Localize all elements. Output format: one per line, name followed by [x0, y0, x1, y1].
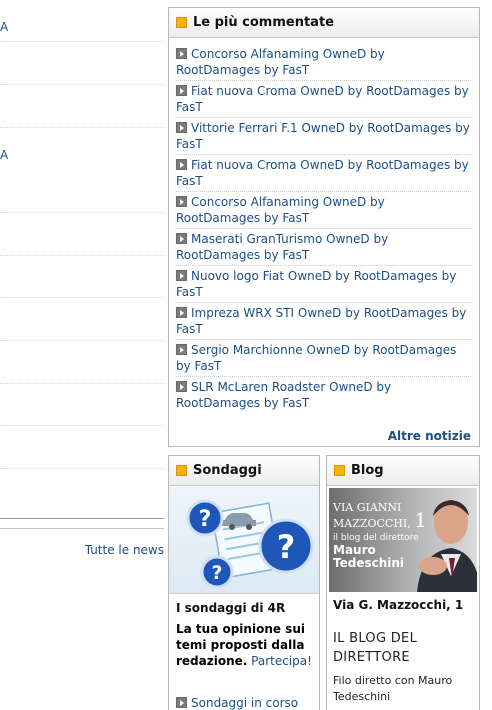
svg-text:?: ?	[277, 528, 296, 566]
list-item: Concorso Alfanaming OwneD by RootDamages…	[176, 192, 471, 229]
list-item: Concorso Alfanaming OwneD by RootDamages…	[176, 44, 471, 81]
box-header: Le più commentate	[169, 8, 479, 38]
box-title: Sondaggi	[193, 463, 262, 478]
article-link[interactable]: Concorso Alfanaming OwneD by RootDamages…	[176, 195, 385, 225]
divider	[0, 84, 164, 85]
box-title: Le più commentate	[193, 15, 334, 30]
box-header: Sondaggi	[169, 456, 319, 486]
divider	[0, 212, 164, 213]
list-item: Sergio Marchionne OwneD by RootDamages b…	[176, 340, 471, 377]
play-arrow-icon	[176, 381, 187, 392]
blog-box: Blog VIA GIANNI MAZZOCCHI, 1 il blog del	[326, 455, 480, 710]
news-list-column: A A Tutte le news	[0, 0, 166, 710]
most-commented-box: Le più commentate Concorso Alfanaming Ow…	[168, 7, 480, 447]
box-header: Blog	[327, 456, 479, 486]
square-bullet-icon	[176, 17, 187, 28]
article-link[interactable]: Nuovo logo Fiat OwneD by RootDamages by …	[176, 269, 456, 299]
section-break	[0, 528, 164, 529]
article-link[interactable]: Vittorie Ferrari F.1 OwneD by RootDamage…	[176, 121, 470, 151]
banner-line: MAZZOCCHI, 1	[333, 510, 453, 530]
banner-street: MAZZOCCHI,	[333, 517, 411, 530]
polls-description: La tua opinione sui temi proposti dalla …	[169, 615, 319, 669]
play-arrow-icon	[176, 307, 187, 318]
article-link[interactable]: Fiat nuova Croma OwneD by RootDamages by…	[176, 158, 469, 188]
play-arrow-icon	[176, 344, 187, 355]
blog-caption: Via G. Mazzocchi, 1	[333, 598, 464, 612]
article-link[interactable]: Fiat nuova Croma OwneD by RootDamages by…	[176, 84, 469, 114]
article-link[interactable]: Impreza WRX STI OwneD by RootDamages by …	[176, 306, 466, 336]
svg-text:?: ?	[211, 562, 222, 584]
polls-box: Sondaggi ? ? ? I sondaggi di 4R La tua o…	[168, 455, 320, 710]
divider	[0, 468, 164, 469]
square-bullet-icon	[334, 465, 345, 476]
question-marks-icon: ? ? ?	[186, 499, 314, 589]
play-arrow-icon	[176, 48, 187, 59]
polls-open-label: Sondaggi in corso	[191, 696, 299, 710]
play-arrow-icon	[176, 122, 187, 133]
play-arrow-icon	[176, 270, 187, 281]
article-link[interactable]: SLR McLaren Roadster OwneD by RootDamage…	[176, 380, 391, 410]
more-news-link[interactable]: Altre notizie	[388, 429, 471, 443]
section-break	[0, 518, 164, 519]
list-item: SLR McLaren Roadster OwneD by RootDamage…	[176, 377, 471, 414]
divider	[0, 127, 164, 128]
polls-open-link[interactable]: Sondaggi in corso	[176, 696, 298, 710]
participate-link[interactable]: Partecipa!	[251, 654, 312, 668]
article-link[interactable]: Concorso Alfanaming OwneD by RootDamages…	[176, 47, 385, 77]
banner-line: VIA GIANNI	[333, 501, 402, 514]
list-item: Nuovo logo Fiat OwneD by RootDamages by …	[176, 266, 471, 303]
banner-name: Tedeschini	[333, 556, 405, 570]
blog-banner-image[interactable]: VIA GIANNI MAZZOCCHI, 1 il blog del dire…	[329, 488, 477, 592]
divider	[0, 297, 164, 298]
divider	[0, 340, 164, 341]
list-item: Impreza WRX STI OwneD by RootDamages by …	[176, 303, 471, 340]
box-title: Blog	[351, 463, 384, 478]
divider	[0, 383, 164, 384]
news-link-fragment[interactable]: A	[0, 149, 8, 161]
list-item: Fiat nuova Croma OwneD by RootDamages by…	[176, 155, 471, 192]
blog-description: Filo diretto con Mauro Tedeschini	[333, 674, 453, 703]
most-commented-list: Concorso Alfanaming OwneD by RootDamages…	[169, 38, 479, 414]
play-arrow-icon	[176, 159, 187, 170]
polls-subtitle: I sondaggi di 4R	[176, 601, 286, 615]
svg-text:?: ?	[199, 507, 212, 532]
article-link[interactable]: Sergio Marchionne OwneD by RootDamages b…	[176, 343, 456, 373]
all-news-link[interactable]: Tutte le news	[85, 543, 164, 557]
square-bullet-icon	[176, 465, 187, 476]
list-item: Vittorie Ferrari F.1 OwneD by RootDamage…	[176, 118, 471, 155]
blog-heading[interactable]: IL BLOG DEL DIRETTORE	[327, 612, 479, 667]
divider	[0, 255, 164, 256]
play-arrow-icon	[176, 196, 187, 207]
polls-illustration[interactable]: ? ? ?	[169, 486, 319, 594]
play-arrow-icon	[176, 697, 187, 708]
list-item: Maserati GranTurismo OwneD by RootDamage…	[176, 229, 471, 266]
play-arrow-icon	[176, 85, 187, 96]
news-link-fragment[interactable]: A	[0, 21, 8, 33]
play-arrow-icon	[176, 233, 187, 244]
list-item: Fiat nuova Croma OwneD by RootDamages by…	[176, 81, 471, 118]
banner-number: 1	[414, 508, 428, 532]
divider	[0, 425, 164, 426]
divider	[0, 41, 164, 42]
article-link[interactable]: Maserati GranTurismo OwneD by RootDamage…	[176, 232, 388, 262]
